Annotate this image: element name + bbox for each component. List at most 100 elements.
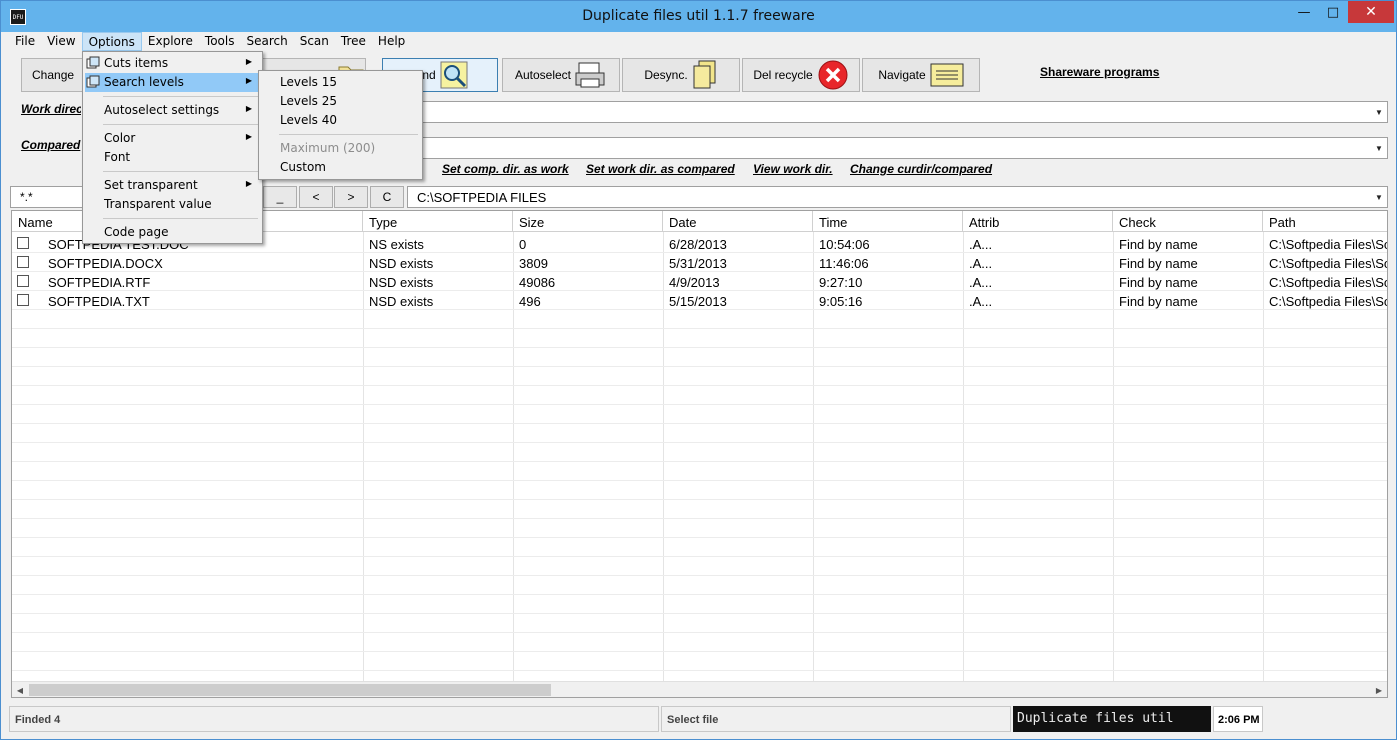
autoselect-button[interactable]: Autoselect [502, 58, 620, 92]
menu-item-label: Code page [104, 225, 169, 239]
menu-item-set-transparent[interactable]: Set transparent ▶ [85, 176, 260, 195]
desync-button[interactable]: Desync. [622, 58, 740, 92]
navigate-icon [930, 63, 964, 87]
menu-view[interactable]: View [41, 32, 81, 51]
menu-item-custom[interactable]: Custom [261, 158, 420, 177]
set-work-link[interactable]: Set work dir. as compared [586, 162, 735, 176]
prev-button[interactable]: < [299, 186, 333, 208]
cell-date: 4/9/2013 [669, 275, 720, 290]
set-comp-link[interactable]: Set comp. dir. as work [442, 162, 569, 176]
cell-type: NSD exists [369, 256, 434, 271]
maximize-button[interactable]: □ [1319, 1, 1347, 23]
row-checkbox[interactable] [17, 256, 29, 268]
path-value: C:\SOFTPEDIA FILES [417, 190, 547, 205]
cell-attrib: .A... [969, 256, 993, 271]
scroll-thumb[interactable] [29, 684, 551, 696]
submenu-arrow-icon: ▶ [245, 76, 252, 85]
navigate-button-label: Navigate [878, 68, 926, 82]
cell-type: NSD exists [369, 294, 434, 309]
path-combo[interactable]: C:\SOFTPEDIA FILES ▼ [407, 186, 1388, 208]
scroll-left-icon[interactable]: ◀ [12, 682, 28, 697]
printer-icon [575, 62, 605, 88]
scroll-right-icon[interactable]: ▶ [1371, 682, 1387, 697]
menu-item-color[interactable]: Color ▶ [85, 129, 260, 148]
menu-scan[interactable]: Scan [294, 32, 335, 51]
menu-item-levels-40[interactable]: Levels 40 [261, 111, 420, 130]
navigate-button[interactable]: Navigate [862, 58, 980, 92]
menu-item-levels-25[interactable]: Levels 25 [261, 92, 420, 111]
cell-type: NS exists [369, 237, 424, 252]
cell-path: C:\Softpedia Files\So [1269, 256, 1388, 271]
table-row[interactable]: SOFTPEDIA.TXT NSD exists 496 5/15/2013 9… [12, 291, 1387, 310]
col-time[interactable]: Time [813, 211, 963, 232]
chevron-down-icon[interactable]: ▼ [1371, 187, 1387, 207]
cell-time: 10:54:06 [819, 237, 870, 252]
compared-combo[interactable]: ▼ [263, 137, 1388, 159]
chevron-down-icon[interactable]: ▼ [1371, 138, 1387, 158]
table-row[interactable]: SOFTPEDIA.DOCX NSD exists 3809 5/31/2013… [12, 253, 1387, 272]
table-row[interactable]: SOFTPEDIA.RTF NSD exists 49086 4/9/2013 … [12, 272, 1387, 291]
app-window: DFU Duplicate files util 1.1.7 freeware … [0, 0, 1397, 740]
minimize-button[interactable]: — [1290, 1, 1318, 23]
change-button-label: Change [32, 68, 75, 82]
menu-search[interactable]: Search [240, 32, 293, 51]
del-recycle-button[interactable]: Del recycle [742, 58, 860, 92]
cell-date: 6/28/2013 [669, 237, 727, 252]
col-date[interactable]: Date [663, 211, 813, 232]
documents-icon [693, 60, 716, 89]
submenu-arrow-icon: ▶ [245, 179, 252, 188]
cell-check: Find by name [1119, 237, 1198, 252]
menu-item-code-page[interactable]: Code page [85, 223, 260, 242]
col-attrib[interactable]: Attrib [963, 211, 1113, 232]
menu-item-font[interactable]: Font [85, 148, 260, 167]
menu-item-autoselect-settings[interactable]: Autoselect settings ▶ [85, 101, 260, 120]
work-dir-label[interactable]: Work directory [21, 102, 81, 116]
menu-item-transparent-value[interactable]: Transparent value [85, 195, 260, 214]
chevron-down-icon[interactable]: ▼ [1371, 102, 1387, 122]
work-dir-combo[interactable]: ▼ [263, 101, 1388, 123]
menu-tools[interactable]: Tools [199, 32, 241, 51]
menu-file[interactable]: File [9, 32, 41, 51]
compared-label[interactable]: Compared [21, 138, 81, 152]
col-size[interactable]: Size [513, 211, 663, 232]
menu-tree[interactable]: Tree [335, 32, 372, 51]
col-check[interactable]: Check [1113, 211, 1263, 232]
status-found: Finded 4 [9, 706, 659, 732]
menu-item-maximum: Maximum (200) [280, 141, 376, 155]
title-bar: DFU Duplicate files util 1.1.7 freeware … [1, 1, 1396, 32]
menu-item-search-levels[interactable]: Search levels ▶ [85, 73, 260, 92]
cell-size: 0 [519, 237, 527, 252]
levels-icon [86, 75, 100, 88]
delete-icon [818, 60, 848, 90]
menu-options[interactable]: Options [81, 32, 142, 51]
c-button[interactable]: C [370, 186, 404, 208]
autoselect-button-label: Autoselect [514, 68, 572, 82]
search-levels-submenu: Levels 15 Levels 25 Levels 40 Maximum (2… [258, 70, 423, 180]
cell-path: C:\Softpedia Files\So [1269, 275, 1388, 290]
view-work-link[interactable]: View work dir. [753, 162, 833, 176]
menu-item-cuts-items[interactable]: Cuts items ▶ [85, 54, 260, 73]
horizontal-scrollbar[interactable]: ◀ ▶ [12, 681, 1387, 697]
status-bar: Finded 4 Select file Duplicate files uti… [9, 706, 1388, 733]
change-curdir-link[interactable]: Change curdir/compared [850, 162, 992, 176]
cell-size: 3809 [519, 256, 548, 271]
close-button[interactable]: ✕ [1348, 1, 1394, 23]
up-dir-button[interactable]: _ [263, 186, 297, 208]
menu-bar: File View Options Explore Tools Search S… [9, 32, 1388, 52]
row-checkbox[interactable] [17, 237, 29, 249]
row-checkbox[interactable] [17, 294, 29, 306]
cell-attrib: .A... [969, 275, 993, 290]
cell-name: SOFTPEDIA.DOCX [48, 256, 163, 271]
col-type[interactable]: Type [363, 211, 513, 232]
menu-explore[interactable]: Explore [142, 32, 199, 51]
menu-item-levels-15[interactable]: Levels 15 [261, 73, 420, 92]
status-select: Select file [661, 706, 1011, 732]
next-button[interactable]: > [334, 186, 368, 208]
menu-help[interactable]: Help [372, 32, 411, 51]
file-grid: Name Type Size Date Time Attrib Check Pa… [11, 210, 1388, 698]
col-path[interactable]: Path [1263, 211, 1387, 232]
cell-attrib: .A... [969, 237, 993, 252]
shareware-link[interactable]: Shareware programs [1040, 65, 1159, 79]
magnifier-icon [440, 61, 468, 89]
row-checkbox[interactable] [17, 275, 29, 287]
